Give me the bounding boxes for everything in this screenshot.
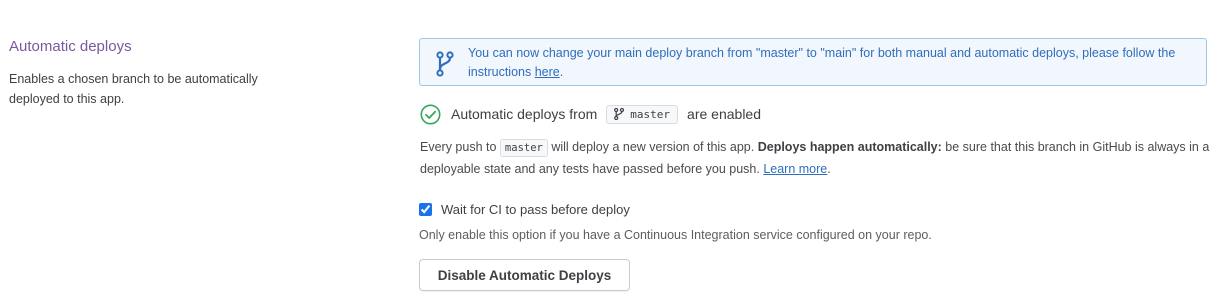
info-banner-text: You can now change your main deploy bran…: [468, 44, 1198, 82]
status-suffix: are enabled: [687, 106, 761, 122]
section-description: Enables a chosen branch to be automatica…: [9, 72, 258, 106]
push-info: Every push to master will deploy a new v…: [420, 136, 1210, 180]
branch-icon: [436, 51, 454, 77]
push-info-part2: will deploy a new version of this app.: [551, 140, 755, 154]
learn-more-link[interactable]: Learn more: [763, 162, 827, 176]
auto-deploy-status: Automatic deploys from master are enable…: [420, 103, 761, 125]
wait-for-ci-label: Wait for CI to pass before deploy: [441, 202, 630, 217]
check-circle-icon: [420, 104, 441, 124]
branch-code: master: [499, 139, 548, 157]
disable-automatic-deploys-button[interactable]: Disable Automatic Deploys: [419, 259, 630, 291]
wait-for-ci-option[interactable]: Wait for CI to pass before deploy: [419, 202, 630, 217]
info-banner-suffix: .: [559, 65, 564, 79]
wait-for-ci-checkbox[interactable]: [419, 203, 432, 216]
branch-pill: master: [606, 104, 679, 124]
info-banner-message: You can now change your main deploy bran…: [468, 46, 1176, 79]
push-info-part1: Every push to: [420, 140, 497, 154]
branch-name: master: [630, 107, 671, 121]
push-info-suffix: .: [827, 162, 831, 176]
branch-icon: [614, 108, 625, 120]
ci-hint: Only enable this option if you have a Co…: [419, 228, 932, 242]
status-prefix: Automatic deploys from: [451, 106, 598, 122]
info-banner: You can now change your main deploy bran…: [419, 38, 1207, 86]
instructions-link[interactable]: here: [535, 65, 560, 79]
section-title: Automatic deploys: [9, 38, 132, 55]
push-info-emphasis: Deploys happen automatically:: [757, 140, 942, 154]
